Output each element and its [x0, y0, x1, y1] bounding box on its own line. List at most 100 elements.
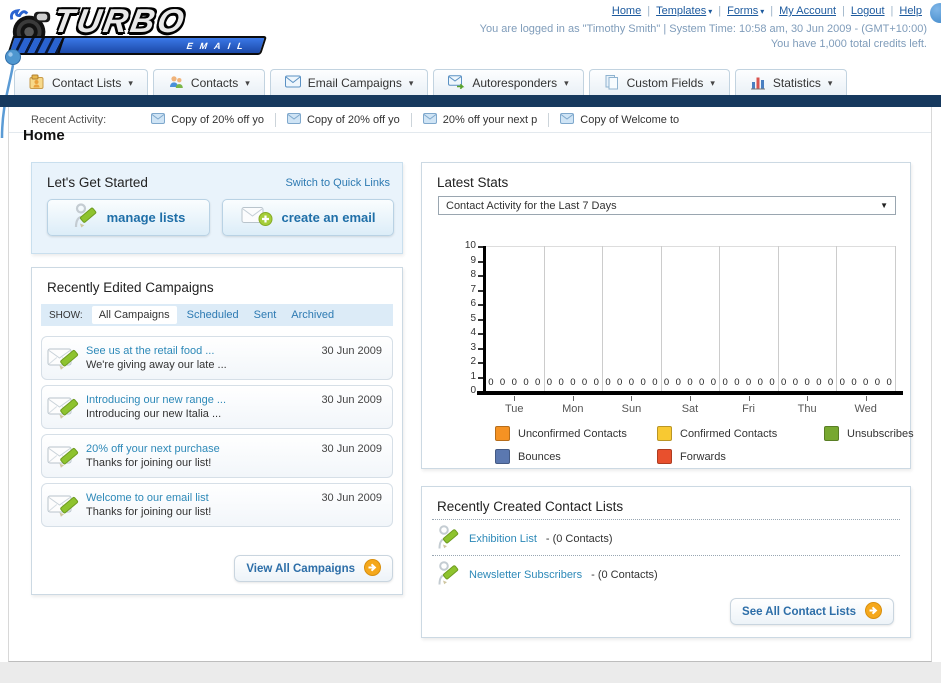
- legend-item: Forwards: [657, 449, 824, 464]
- envelope-pencil-icon: [42, 344, 86, 372]
- mail-small-icon: [151, 112, 166, 127]
- campaign-filter-bar: SHOW: All Campaigns Scheduled Sent Archived: [41, 304, 393, 326]
- tab-autoresponders[interactable]: Autoresponders ▾: [433, 69, 584, 96]
- campaign-filter-archived[interactable]: Archived: [291, 309, 334, 321]
- campaign-filters: All Campaigns Scheduled Sent Archived: [91, 306, 349, 324]
- x-axis-tick: [748, 396, 750, 401]
- view-all-campaigns-button[interactable]: View All Campaigns: [234, 555, 393, 582]
- gridline: [543, 246, 545, 391]
- x-axis-tick: [865, 396, 867, 401]
- campaign-filter-scheduled[interactable]: Scheduled: [187, 309, 239, 321]
- credits-text: You have 1,000 total credits left.: [770, 38, 927, 50]
- separator: |: [890, 5, 894, 17]
- header-link-my-account[interactable]: My Account: [779, 5, 836, 17]
- legend-item: Bounces: [495, 449, 657, 464]
- contact-list-link[interactable]: Exhibition List: [469, 533, 537, 545]
- chevron-down-icon: ▾: [564, 77, 569, 88]
- header-link-templates[interactable]: Templates ▾: [656, 5, 712, 17]
- bar-value-label: 0: [617, 377, 623, 388]
- campaign-row[interactable]: Introducing our new range ... Introducing…: [41, 385, 393, 429]
- balloon-decoration-right: [930, 3, 941, 23]
- contact-list-link[interactable]: Newsletter Subscribers: [469, 569, 582, 581]
- recent-campaigns-title: Recently Edited Campaigns: [47, 280, 214, 295]
- manage-lists-button[interactable]: manage lists: [47, 199, 210, 236]
- header-link-forms[interactable]: Forms ▾: [727, 5, 764, 17]
- bar-value-label: 0: [687, 377, 693, 388]
- stats-period-select[interactable]: Contact Activity for the Last 7 Days ▼: [438, 196, 896, 215]
- page-title: Home: [23, 127, 65, 144]
- x-axis-tick: [572, 396, 574, 401]
- y-axis-label: 0: [470, 385, 476, 396]
- recent-activity-item[interactable]: Copy of 20% off yo: [140, 112, 275, 127]
- recent-activity-label: Recent Activity:: [31, 113, 107, 126]
- mail-small-icon: [286, 112, 301, 127]
- see-all-contact-lists-label: See All Contact Lists: [742, 605, 856, 618]
- mail-small-icon: [422, 112, 437, 127]
- switch-quick-links-link[interactable]: Switch to Quick Links: [285, 177, 390, 189]
- get-started-panel: Let's Get Started Switch to Quick Links …: [31, 162, 403, 254]
- separator: |: [647, 5, 651, 17]
- campaign-row[interactable]: See us at the retail food ... We're givin…: [41, 336, 393, 380]
- email-campaigns-icon: [284, 75, 301, 91]
- tab-label: Custom Fields: [626, 76, 704, 90]
- tab-statistics[interactable]: Statistics ▾: [734, 69, 848, 96]
- recent-activity-item[interactable]: Copy of Welcome to: [548, 112, 690, 127]
- header-link-help[interactable]: Help: [899, 5, 922, 17]
- campaign-row[interactable]: Welcome to our email list Thanks for join…: [41, 483, 393, 527]
- tab-custom-fields[interactable]: Custom Fields ▾: [588, 69, 730, 96]
- main-nav-tabs: Contact Lists ▾ Contacts ▾ Email Campaigns ▾ A…: [14, 68, 848, 96]
- create-email-button[interactable]: create an email: [222, 199, 394, 236]
- dotted-divider: [432, 519, 900, 520]
- bar-value-label: 0: [593, 377, 599, 388]
- chevron-down-icon: ▾: [128, 77, 133, 88]
- contact-list-item: Newsletter Subscribers - (0 Contacts): [436, 561, 658, 587]
- contact-lists-panel: Recently Created Contact Lists Exhibitio…: [421, 486, 911, 638]
- bar-value-label: 0: [757, 377, 763, 388]
- get-started-title: Let's Get Started: [47, 175, 148, 190]
- person-pencil-icon: [436, 524, 460, 554]
- header-link-home[interactable]: Home: [612, 5, 641, 17]
- tab-label: Email Campaigns: [307, 76, 402, 90]
- chevron-down-icon: ▾: [408, 77, 414, 88]
- y-axis-label: 6: [470, 298, 476, 309]
- latest-stats-panel: Latest Stats Contact Activity for the La…: [421, 162, 914, 469]
- tab-email-campaigns[interactable]: Email Campaigns ▾: [269, 69, 429, 96]
- header-link-logout[interactable]: Logout: [851, 5, 885, 17]
- bar-value-label: 0: [523, 377, 529, 388]
- tab-contacts[interactable]: Contacts ▾: [152, 69, 265, 96]
- dropdown-arrow-icon: ▼: [880, 201, 888, 210]
- recent-activity-item[interactable]: 20% off your next p: [410, 112, 549, 127]
- x-axis-label: Fri: [742, 403, 755, 415]
- login-info: You are logged in as "Timothy Smith" | S…: [480, 22, 927, 52]
- campaign-title-link[interactable]: Introducing our new range ...: [86, 394, 226, 406]
- campaign-title-link[interactable]: Welcome to our email list: [86, 492, 211, 504]
- recent-activity-item[interactable]: Copy of 20% off yo: [274, 112, 411, 127]
- campaign-row[interactable]: 20% off your next purchase Thanks for joi…: [41, 434, 393, 478]
- contact-list-count: - (0 Contacts): [591, 569, 658, 581]
- bar-value-label: 0: [781, 377, 787, 388]
- campaign-title-link[interactable]: 20% off your next purchase: [86, 443, 220, 455]
- bar-value-label: 0: [851, 377, 857, 388]
- bar-value-label: 0: [722, 377, 728, 388]
- campaign-filter-all-campaigns[interactable]: All Campaigns: [91, 306, 177, 324]
- show-label: SHOW:: [49, 309, 83, 321]
- tab-label: Statistics: [772, 76, 821, 90]
- bar-value-label: 0: [535, 377, 541, 388]
- y-axis-label: 4: [470, 327, 476, 338]
- x-axis-label: Mon: [562, 403, 584, 415]
- bar-value-label: 0: [874, 377, 881, 388]
- tab-contact-lists[interactable]: Contact Lists ▾: [14, 69, 148, 96]
- see-all-contact-lists-button[interactable]: See All Contact Lists: [730, 598, 894, 625]
- header-nav-links: Home | Templates ▾ | Forms ▾ | My Account | Logout…: [607, 5, 927, 17]
- campaign-text: See us at the retail food ... We're givin…: [86, 345, 227, 371]
- campaign-title-link[interactable]: See us at the retail food ...: [86, 345, 227, 357]
- y-axis-label: 5: [470, 312, 476, 324]
- bar-value-label: 0: [769, 377, 775, 388]
- navy-divider-bar: [0, 95, 941, 107]
- envelope-plus-icon: [241, 205, 273, 230]
- envelope-pencil-icon: [42, 442, 86, 470]
- campaign-filter-sent[interactable]: Sent: [254, 309, 277, 321]
- bar-value-label: 0: [792, 377, 799, 388]
- campaign-date: 30 Jun 2009: [321, 345, 382, 357]
- recent-activity-items: Copy of 20% off yo Copy of 20% off yo 20% …: [140, 112, 690, 127]
